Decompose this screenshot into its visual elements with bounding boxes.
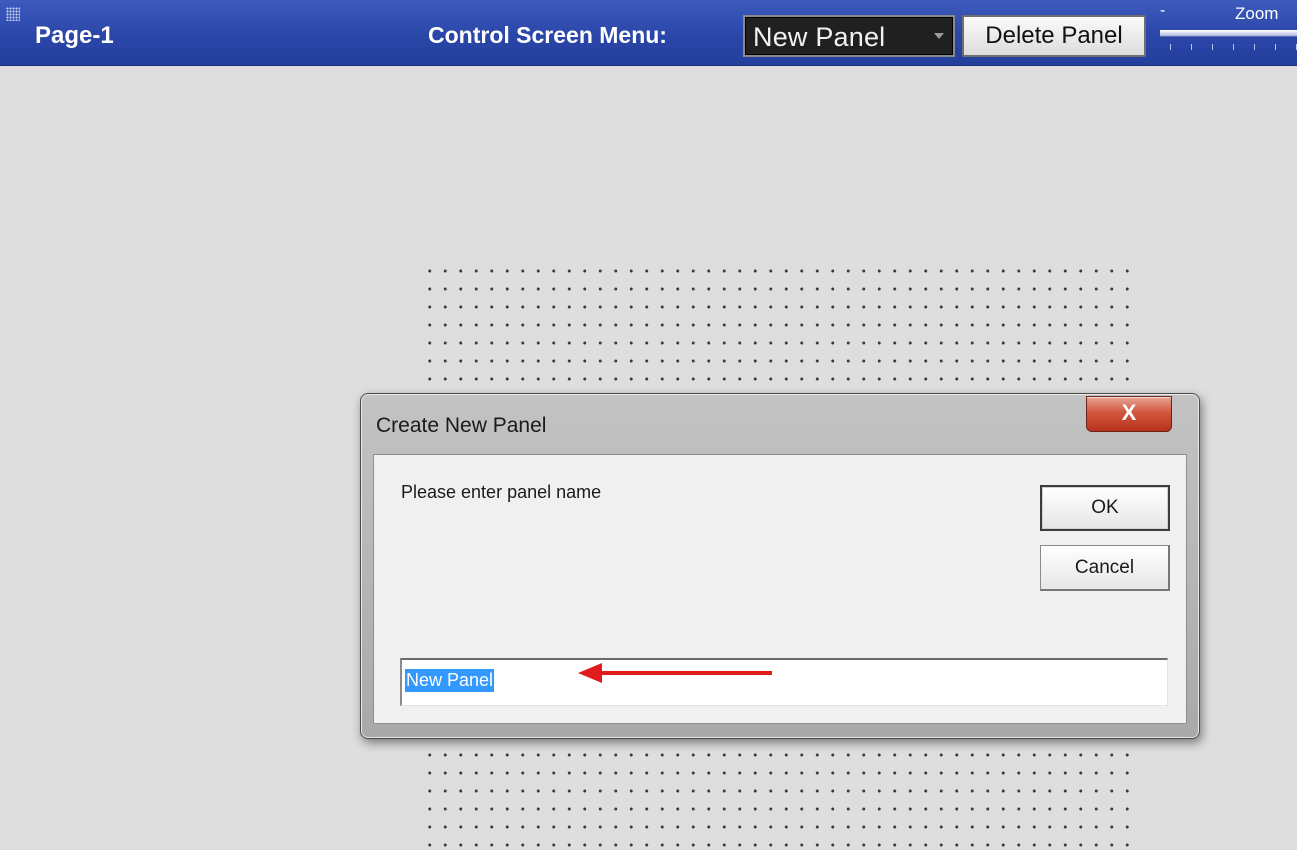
grip-dots-icon[interactable] — [6, 7, 20, 21]
dialog-title: Create New Panel — [376, 414, 547, 437]
panel-canvas-grid[interactable] — [422, 728, 1134, 850]
close-button[interactable]: X — [1086, 396, 1172, 432]
arrow-left-icon — [578, 663, 772, 683]
ok-button[interactable]: OK — [1040, 485, 1170, 531]
panel-select-value: New Panel — [753, 22, 886, 52]
control-screen-menu-label: Control Screen Menu: — [428, 22, 667, 48]
cancel-button[interactable]: Cancel — [1040, 545, 1170, 591]
page-title: Page-1 — [35, 22, 114, 49]
zoom-slider[interactable] — [1160, 30, 1297, 37]
delete-panel-button[interactable]: Delete Panel — [962, 15, 1146, 57]
chevron-down-icon[interactable] — [934, 33, 944, 39]
close-icon: X — [1121, 400, 1137, 425]
top-toolbar: Page-1 Control Screen Menu: New Panel De… — [0, 0, 1297, 66]
dialog-body: Please enter panel name OK Cancel New Pa… — [373, 454, 1187, 724]
panel-name-prompt: Please enter panel name — [401, 482, 602, 502]
panel-canvas-grid[interactable] — [422, 262, 1134, 402]
zoom-slider-ticks — [1170, 44, 1297, 50]
zoom-minus-label: - — [1160, 2, 1166, 19]
create-new-panel-dialog: Create New Panel X Please enter panel na… — [360, 393, 1200, 739]
panel-select-dropdown[interactable]: New Panel — [743, 15, 955, 57]
zoom-label: Zoom — [1235, 4, 1279, 23]
panel-name-input[interactable]: New Panel — [400, 658, 1168, 706]
panel-name-input-value: New Panel — [405, 669, 495, 692]
